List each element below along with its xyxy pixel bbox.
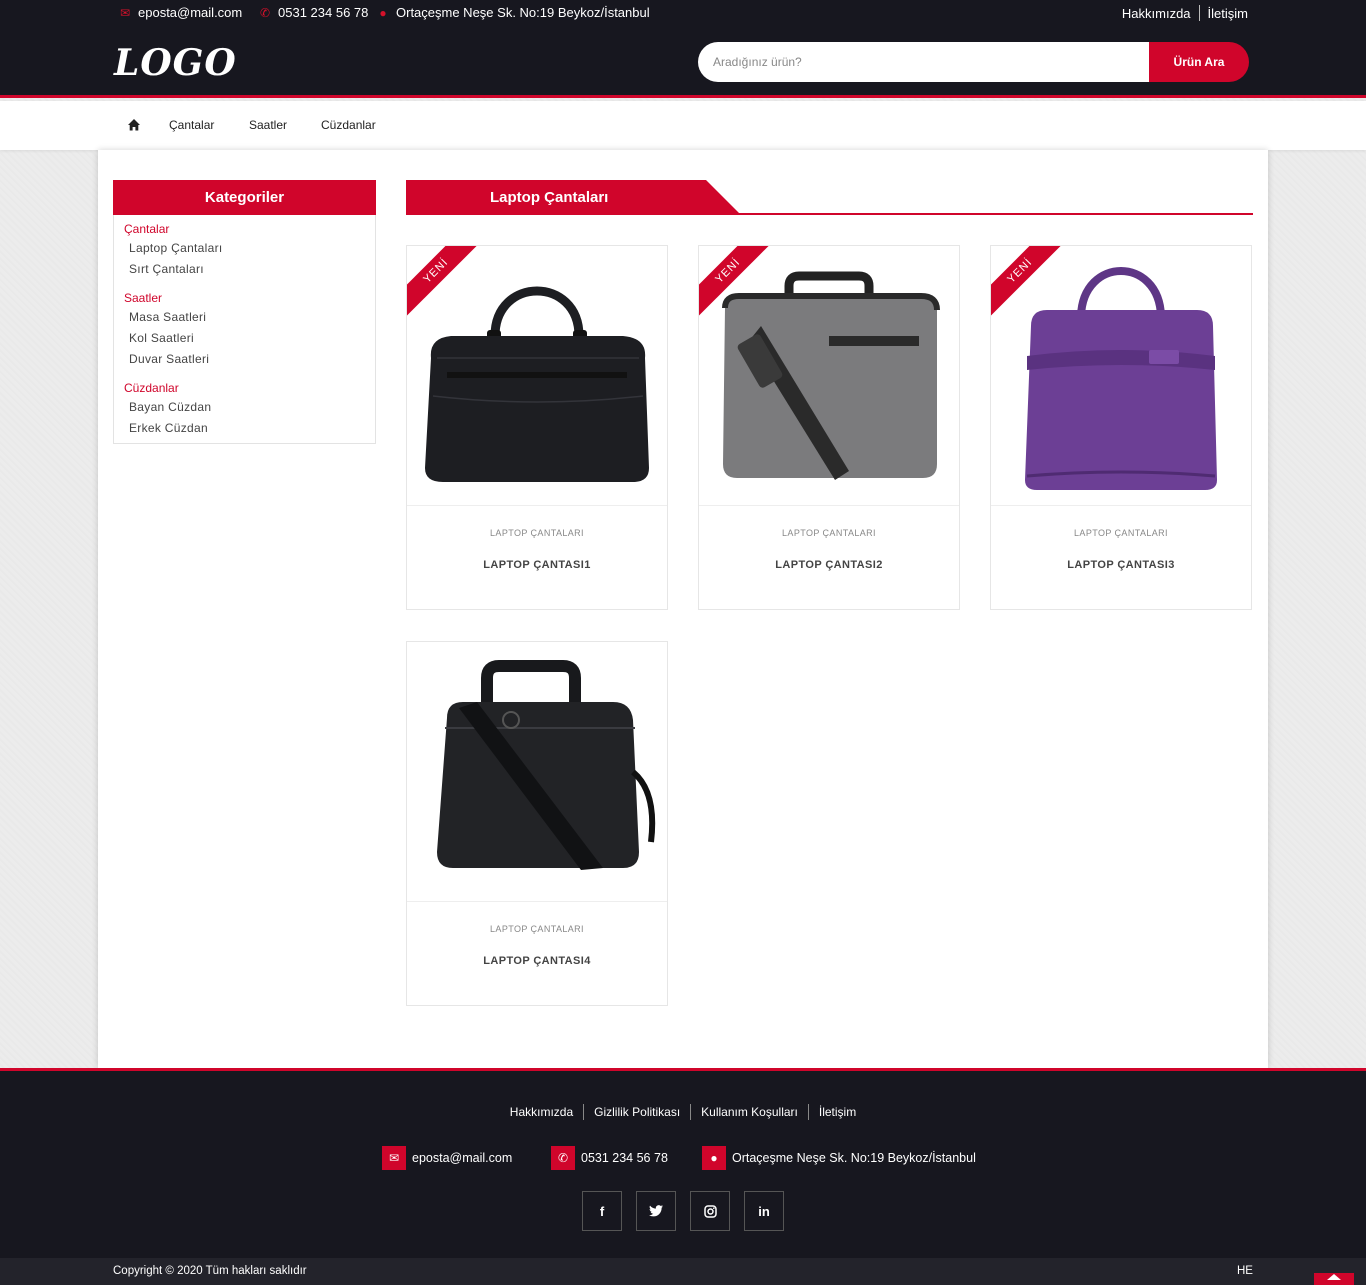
top-link-contact[interactable]: İletişim: [1200, 6, 1248, 21]
top-link-about[interactable]: Hakkımızda: [1114, 6, 1199, 21]
footer-address-text: Ortaçeşme Neşe Sk. No:19 Beykoz/İstanbul: [732, 1151, 976, 1165]
site-header: LOGO Ürün Ara: [0, 26, 1366, 98]
map-marker-icon: ●: [379, 5, 387, 20]
product-category[interactable]: LAPTOP ÇANTALARI: [699, 528, 959, 538]
subcategory-masa-saatleri[interactable]: Masa Saatleri: [129, 310, 206, 324]
instagram-icon[interactable]: [690, 1191, 730, 1231]
subcategory-kol-saatleri[interactable]: Kol Saatleri: [129, 331, 194, 345]
footer-phone[interactable]: ✆ 0531 234 56 78: [551, 1146, 668, 1170]
bag-body: [1025, 310, 1217, 490]
footer-link-contact[interactable]: İletişim: [809, 1105, 866, 1119]
footer-address: ● Ortaçeşme Neşe Sk. No:19 Beykoz/İstanb…: [702, 1146, 976, 1170]
product-card[interactable]: YENİ LAPTOP ÇANTALARI LAPTOP ÇANTASI2: [698, 245, 960, 610]
top-bar: ✉ eposta@mail.com ✆ 0531 234 56 78 ● Ort…: [0, 0, 1366, 26]
nav-item-saatler[interactable]: Saatler: [249, 118, 287, 132]
map-marker-icon: ●: [702, 1146, 726, 1170]
footer-phone-text: 0531 234 56 78: [581, 1151, 668, 1165]
bag-image: [425, 286, 649, 482]
subcategory-laptop-cantalari[interactable]: Laptop Çantaları: [129, 241, 223, 255]
product-image[interactable]: [407, 642, 667, 902]
search-button[interactable]: Ürün Ara: [1149, 42, 1249, 82]
product-image[interactable]: YENİ: [699, 246, 959, 506]
top-phone[interactable]: ✆ 0531 234 56 78: [258, 5, 368, 20]
product-card[interactable]: YENİ LAPTOP ÇANTALARI LAPTOP ÇANTASI3: [990, 245, 1252, 610]
product-name[interactable]: LAPTOP ÇANTASI1: [407, 559, 667, 571]
linkedin-icon[interactable]: in: [744, 1191, 784, 1231]
product-name[interactable]: LAPTOP ÇANTASI3: [991, 559, 1251, 571]
footer-link-about[interactable]: Hakkımızda: [500, 1105, 583, 1119]
product-image[interactable]: YENİ: [407, 246, 667, 506]
product-card[interactable]: LAPTOP ÇANTALARI LAPTOP ÇANTASI4: [406, 641, 668, 1006]
product-name[interactable]: LAPTOP ÇANTASI4: [407, 955, 667, 967]
phone-icon: ✆: [551, 1146, 575, 1170]
envelope-icon: ✉: [382, 1146, 406, 1170]
subcategory-bayan-cuzdan[interactable]: Bayan Cüzdan: [129, 400, 211, 414]
subcategory-sirt-cantalari[interactable]: Sırt Çantaları: [129, 262, 204, 276]
product-name[interactable]: LAPTOP ÇANTASI2: [699, 559, 959, 571]
product-category[interactable]: LAPTOP ÇANTALARI: [991, 528, 1251, 538]
top-email-text: eposta@mail.com: [138, 5, 243, 20]
search-input[interactable]: [698, 42, 1158, 82]
section-title-bar: Laptop Çantaları: [406, 180, 1253, 215]
bag-image: [722, 271, 940, 480]
content-panel: Kategoriler Çantalar Laptop Çantaları Sı…: [98, 150, 1268, 1068]
bag-image: [437, 660, 656, 870]
top-phone-text: 0531 234 56 78: [278, 5, 369, 20]
top-address: ● Ortaçeşme Neşe Sk. No:19 Beykoz/İstanb…: [376, 5, 650, 20]
category-cantalar[interactable]: Çantalar: [124, 222, 169, 236]
top-address-text: Ortaçeşme Neşe Sk. No:19 Beykoz/İstanbul: [396, 5, 650, 20]
product-category[interactable]: LAPTOP ÇANTALARI: [407, 924, 667, 934]
product-category[interactable]: LAPTOP ÇANTALARI: [407, 528, 667, 538]
footer-email-text: eposta@mail.com: [412, 1151, 513, 1165]
twitter-bird-shape: [649, 1205, 663, 1217]
category-cuzdanlar[interactable]: Cüzdanlar: [124, 381, 179, 395]
product-card[interactable]: YENİ LAPTOP ÇANTALARI LAPTOP ÇANTASI1: [406, 245, 668, 610]
footer-link-terms[interactable]: Kullanım Koşulları: [691, 1105, 808, 1119]
envelope-icon: ✉: [119, 5, 131, 20]
twitter-icon[interactable]: [636, 1191, 676, 1231]
site-footer: Hakkımızda Gizlilik Politikası Kullanım …: [0, 1068, 1366, 1258]
back-to-top-button[interactable]: [1314, 1273, 1354, 1285]
footer-links: Hakkımızda Gizlilik Politikası Kullanım …: [0, 1104, 1366, 1120]
top-email[interactable]: ✉ eposta@mail.com: [118, 5, 242, 20]
section-title: Laptop Çantaları: [490, 189, 609, 206]
subcategory-erkek-cuzdan[interactable]: Erkek Cüzdan: [129, 421, 208, 435]
nav-item-cantalar[interactable]: Çantalar: [169, 118, 214, 132]
site-logo[interactable]: LOGO: [114, 42, 237, 84]
top-links: Hakkımızda İletişim: [1114, 5, 1248, 21]
copyright-text: Copyright © 2020 Tüm hakları saklıdır: [113, 1265, 307, 1277]
footer-link-privacy[interactable]: Gizlilik Politikası: [584, 1105, 690, 1119]
search-form: Ürün Ara: [698, 42, 1249, 82]
phone-icon: ✆: [259, 5, 271, 20]
category-saatler[interactable]: Saatler: [124, 291, 162, 305]
product-image[interactable]: YENİ: [991, 246, 1251, 506]
bottom-bar: Copyright © 2020 Tüm hakları saklıdır HE: [0, 1258, 1366, 1285]
sidebar-title: Kategoriler: [113, 180, 376, 215]
home-icon[interactable]: [127, 118, 141, 132]
main-nav: Çantalar Saatler Cüzdanlar: [0, 101, 1366, 150]
bag-image: [1025, 267, 1217, 490]
footer-email[interactable]: ✉ eposta@mail.com: [382, 1146, 512, 1170]
credit-text[interactable]: HE: [1237, 1265, 1253, 1277]
category-sidebar: Kategoriler Çantalar Laptop Çantaları Sı…: [113, 180, 376, 444]
subcategory-duvar-saatleri[interactable]: Duvar Saatleri: [129, 352, 209, 366]
instagram-glyph: [703, 1204, 717, 1218]
facebook-icon[interactable]: f: [582, 1191, 622, 1231]
nav-item-cuzdanlar[interactable]: Cüzdanlar: [321, 118, 376, 132]
